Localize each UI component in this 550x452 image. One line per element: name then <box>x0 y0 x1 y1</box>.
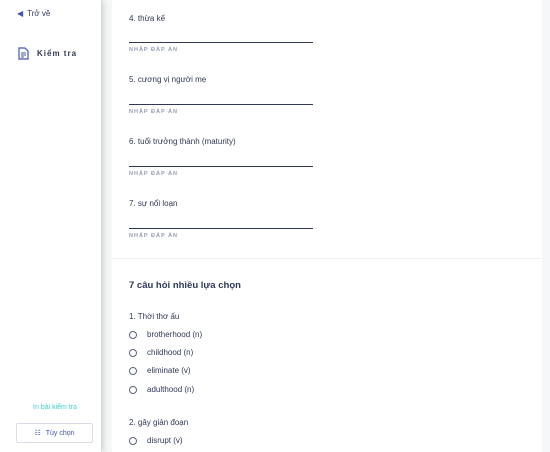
chevron-left-icon: ◀ <box>17 9 24 18</box>
answer-input[interactable] <box>129 104 313 105</box>
sliders-icon: ☷ <box>34 430 41 437</box>
written-question: 4. thừa kế NHẬP ĐÁP ÁN <box>129 14 313 53</box>
written-question: 5. cương vị người mẹ NHẬP ĐÁP ÁN <box>129 75 313 115</box>
back-link[interactable]: ◀ Trở về <box>17 9 50 18</box>
written-question: 6. tuổi trưởng thành (maturity) NHẬP ĐÁP… <box>129 137 313 177</box>
section-title: 7 câu hỏi nhiều lựa chọn <box>129 280 241 291</box>
radio-button[interactable] <box>129 436 137 445</box>
print-test-link[interactable]: In bài kiểm tra <box>0 404 110 411</box>
radio-button[interactable] <box>129 385 137 394</box>
question-text: 5. cương vị người mẹ <box>129 75 207 84</box>
radio-button[interactable] <box>129 366 137 375</box>
mc-option[interactable]: disrupt (v) <box>129 436 183 445</box>
options-button[interactable]: ☷ Tùy chọn <box>16 423 93 443</box>
mc-question-text: 2. gây gián đoạn <box>129 418 189 427</box>
answer-input[interactable] <box>129 42 313 43</box>
question-text: 7. sự nổi loạn <box>129 199 178 208</box>
answer-label: NHẬP ĐÁP ÁN <box>129 171 178 177</box>
section-divider <box>112 258 542 259</box>
mc-option[interactable]: brotherhood (n) <box>129 330 202 339</box>
sidebar-item-label: Kiểm tra <box>37 49 78 58</box>
mc-question-text: 1. Thời thơ ấu <box>129 312 180 321</box>
mc-option[interactable]: childhood (n) <box>129 348 193 357</box>
option-label: eliminate (v) <box>147 366 191 375</box>
options-label: Tùy chọn <box>45 429 75 437</box>
sidebar: ◀ Trở về Kiểm tra In bài kiểm tra ☷ Tùy … <box>0 0 101 452</box>
option-label: adulthood (n) <box>147 385 195 394</box>
test-content: 4. thừa kế NHẬP ĐÁP ÁN 5. cương vị người… <box>112 0 542 452</box>
answer-input[interactable] <box>129 166 313 167</box>
back-label: Trở về <box>27 9 51 18</box>
question-text: 4. thừa kế <box>129 14 166 23</box>
option-label: brotherhood (n) <box>147 330 203 339</box>
option-label: childhood (n) <box>147 348 194 357</box>
document-icon <box>18 47 29 60</box>
mc-option[interactable]: eliminate (v) <box>129 366 191 375</box>
answer-label: NHẬP ĐÁP ÁN <box>129 47 178 53</box>
written-question: 7. sự nổi loạn NHẬP ĐÁP ÁN <box>129 199 313 239</box>
mc-option[interactable]: adulthood (n) <box>129 385 194 394</box>
radio-button[interactable] <box>129 348 137 357</box>
answer-label: NHẬP ĐÁP ÁN <box>129 109 178 115</box>
radio-button[interactable] <box>129 330 137 339</box>
answer-input[interactable] <box>129 228 313 229</box>
question-text: 6. tuổi trưởng thành (maturity) <box>129 137 236 146</box>
answer-label: NHẬP ĐÁP ÁN <box>129 233 178 239</box>
sidebar-item-test[interactable]: Kiểm tra <box>18 47 77 60</box>
option-label: disrupt (v) <box>147 436 183 445</box>
